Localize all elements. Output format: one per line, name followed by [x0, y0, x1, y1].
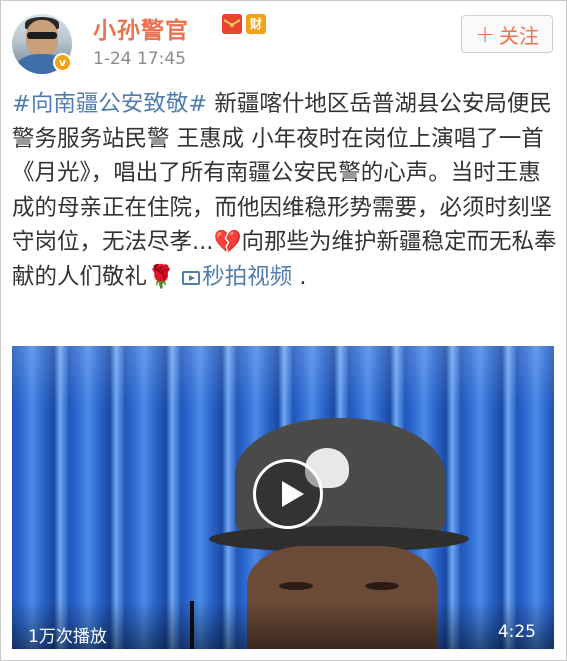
officer-eye-left — [279, 582, 313, 590]
video-link-label: 秒拍视频 — [202, 263, 293, 290]
post-tail: . — [292, 263, 307, 290]
play-icon[interactable] — [253, 459, 323, 529]
red-envelope-icon[interactable] — [222, 14, 242, 34]
wealth-badge-icon[interactable]: 财 — [246, 14, 266, 34]
post-text: #向南疆公安致敬# 新疆喀什地区岳普湖县公安局便民警务服务站民警 王惠成 小年夜… — [12, 87, 557, 294]
rose-icon: 🌹 — [147, 263, 176, 290]
username[interactable]: 小孙警官 — [93, 11, 189, 45]
verified-icon: v — [53, 53, 72, 72]
weibo-post-card: v 小孙警官 财 1-24 17:45 + 关注 #向南疆公安致敬# 新疆喀什地… — [0, 0, 567, 661]
hashtag-link[interactable]: #向南疆公安致敬# — [12, 91, 207, 117]
plus-icon: + — [474, 20, 496, 48]
avatar-sunglasses — [27, 32, 57, 39]
officer-eye-right — [365, 582, 399, 590]
video-link[interactable]: 秒拍视频 — [182, 264, 292, 290]
broken-heart-icon: 💔 — [213, 229, 242, 255]
video-duration: 4:25 — [497, 622, 536, 642]
video-play-count: 1万次播放 — [28, 627, 107, 647]
follow-button-label: 关注 — [499, 23, 540, 48]
follow-button[interactable]: + 关注 — [461, 15, 553, 53]
video-link-icon — [182, 270, 201, 285]
post-timestamp: 1-24 17:45 — [93, 49, 186, 69]
user-badges: 财 — [222, 14, 266, 34]
video-player[interactable]: 1万次播放 4:25 — [12, 346, 554, 649]
